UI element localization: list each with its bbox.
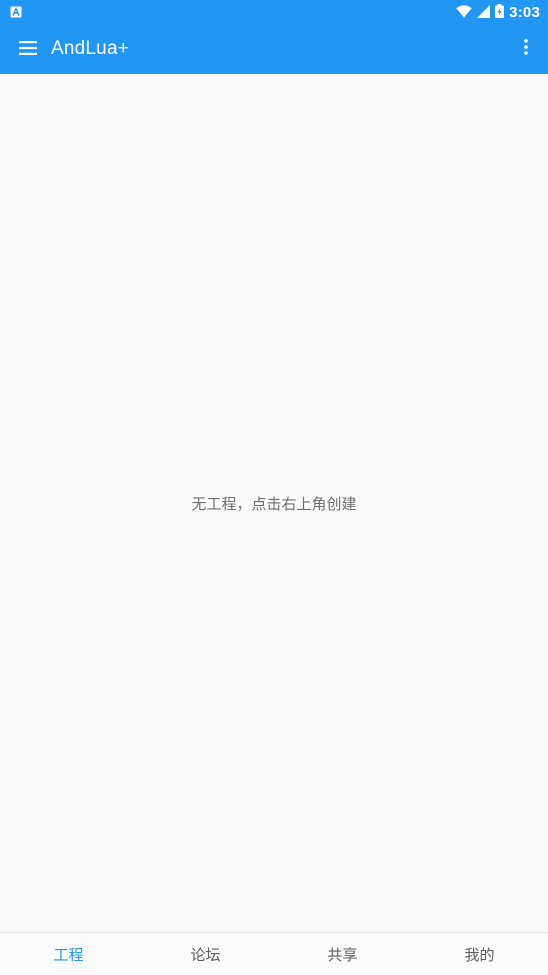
- status-bar: 3:03: [0, 0, 548, 24]
- tab-projects[interactable]: 工程: [0, 933, 137, 975]
- battery-charging-icon: [495, 3, 505, 22]
- status-left: [10, 3, 22, 22]
- signal-icon: [477, 3, 491, 22]
- tab-share[interactable]: 共享: [274, 933, 411, 975]
- tab-forum[interactable]: 论坛: [137, 933, 274, 975]
- empty-state-message: 无工程，点击右上角创建: [191, 494, 357, 513]
- tab-mine[interactable]: 我的: [411, 933, 548, 975]
- bottom-navigation: 工程 论坛 共享 我的: [0, 932, 548, 975]
- project-list-area: 无工程，点击右上角创建: [0, 74, 548, 932]
- wifi-icon: [456, 3, 472, 22]
- status-time: 3:03: [509, 3, 540, 21]
- screen: 3:03 AndLua+ 无工程，点击右上角创建 工程 论坛 共享 我的: [0, 0, 548, 975]
- notification-a-icon: [10, 3, 22, 22]
- more-options-button[interactable]: [514, 37, 538, 61]
- more-vert-icon: [524, 39, 528, 59]
- app-title: AndLua+: [51, 38, 130, 59]
- menu-icon: [19, 40, 37, 59]
- menu-button[interactable]: [16, 37, 40, 61]
- app-bar: AndLua+: [0, 24, 548, 74]
- status-right: 3:03: [456, 3, 540, 22]
